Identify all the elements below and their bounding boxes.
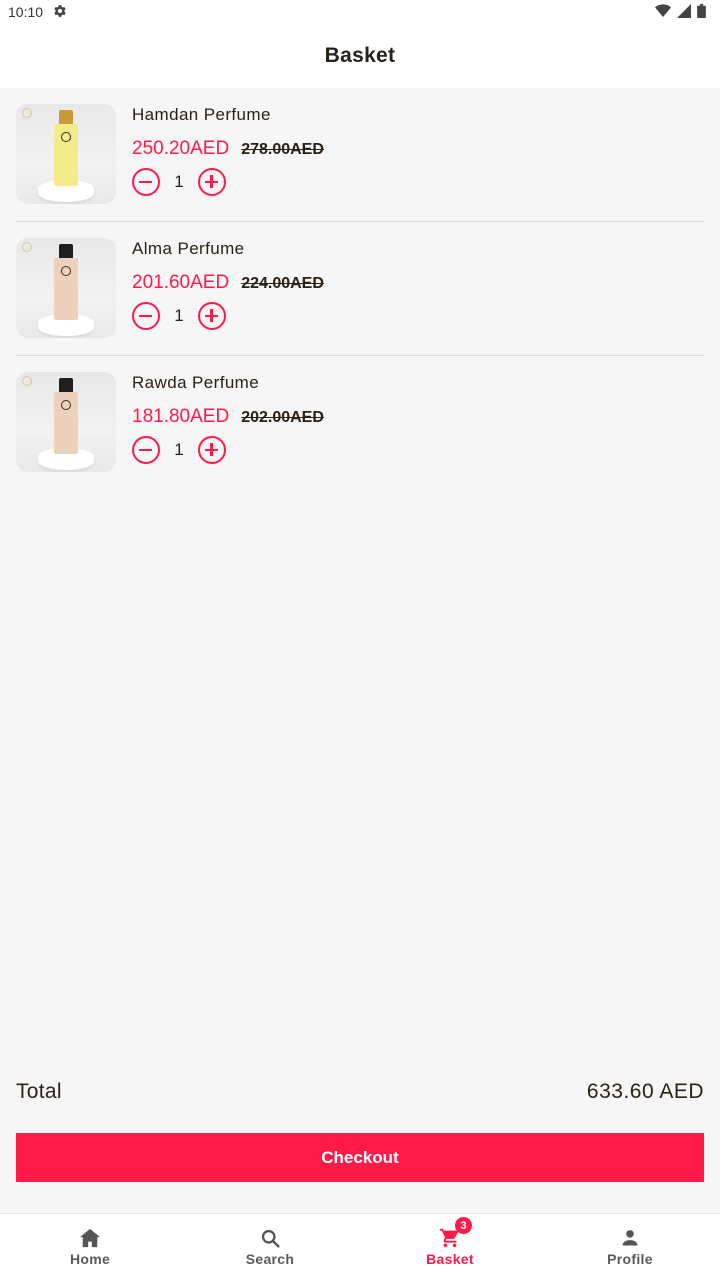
total-value: 633.60 AED — [586, 1080, 704, 1103]
product-price: 181.80AED — [132, 406, 230, 427]
brand-logo-icon — [22, 376, 32, 386]
quantity-value: 1 — [174, 172, 184, 191]
battery-icon — [697, 3, 706, 21]
cart-badge: 3 — [455, 1217, 472, 1234]
wifi-icon — [655, 3, 671, 21]
home-icon — [78, 1227, 102, 1249]
total-label: Total — [16, 1080, 62, 1103]
product-old-price: 278.00AED — [241, 141, 324, 158]
nav-item-search[interactable]: Search — [180, 1214, 360, 1280]
decrease-quantity-button[interactable] — [132, 302, 160, 330]
settings-icon — [53, 4, 67, 21]
decrease-quantity-button[interactable] — [132, 168, 160, 196]
nav-label: Basket — [426, 1251, 474, 1267]
product-image[interactable] — [16, 238, 116, 338]
increase-quantity-button[interactable] — [198, 302, 226, 330]
profile-icon — [618, 1227, 642, 1249]
product-name[interactable]: Rawda Perfume — [132, 372, 324, 394]
status-bar: 10:10 — [0, 0, 720, 24]
search-icon — [258, 1227, 282, 1249]
page-title: Basket — [324, 44, 396, 67]
nav-label: Search — [245, 1251, 295, 1267]
product-price: 250.20AED — [132, 138, 230, 159]
basket-item[interactable]: Rawda Perfume 181.80AED 202.00AED 1 — [16, 356, 704, 490]
nav-item-profile[interactable]: Profile — [540, 1214, 720, 1280]
cell-signal-icon — [677, 3, 691, 21]
increase-quantity-button[interactable] — [198, 168, 226, 196]
product-image[interactable] — [16, 372, 116, 472]
cart-icon: 3 — [438, 1217, 472, 1249]
increase-quantity-button[interactable] — [198, 436, 226, 464]
brand-logo-icon — [22, 242, 32, 252]
basket-item[interactable]: Hamdan Perfume 250.20AED 278.00AED 1 — [16, 88, 704, 222]
decrease-quantity-button[interactable] — [132, 436, 160, 464]
product-name[interactable]: Alma Perfume — [132, 238, 324, 260]
product-old-price: 224.00AED — [241, 275, 324, 292]
total-row: Total 633.60 AED — [16, 1074, 704, 1110]
nav-label: Profile — [607, 1251, 653, 1267]
quantity-value: 1 — [174, 306, 184, 325]
basket-list: Hamdan Perfume 250.20AED 278.00AED 1 Alm… — [16, 88, 704, 490]
nav-item-basket[interactable]: 3 Basket — [360, 1214, 540, 1280]
status-time: 10:10 — [8, 4, 44, 20]
checkout-button[interactable]: Checkout — [16, 1133, 704, 1182]
product-price: 201.60AED — [132, 272, 230, 293]
product-old-price: 202.00AED — [241, 409, 324, 426]
nav-label: Home — [69, 1251, 111, 1267]
bottom-navigation: Home Search 3 Basket Profile — [0, 1213, 720, 1280]
brand-logo-icon — [22, 108, 32, 118]
app-bar: Basket — [0, 24, 720, 88]
product-image[interactable] — [16, 104, 116, 204]
product-name[interactable]: Hamdan Perfume — [132, 104, 324, 126]
nav-item-home[interactable]: Home — [0, 1214, 180, 1280]
quantity-value: 1 — [174, 440, 184, 459]
basket-item[interactable]: Alma Perfume 201.60AED 224.00AED 1 — [16, 222, 704, 356]
